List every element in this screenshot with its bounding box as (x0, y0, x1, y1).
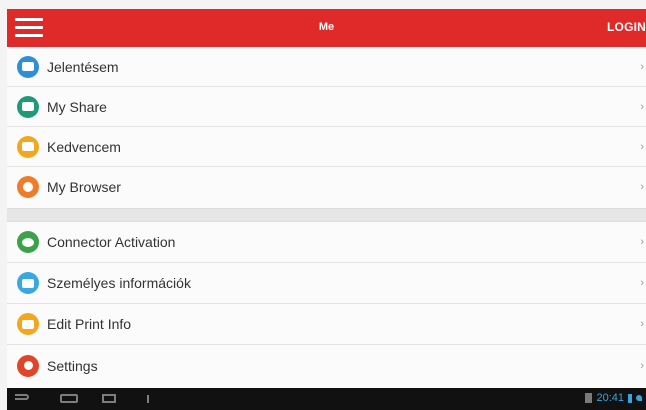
menu-item-kedvencem[interactable]: Kedvencem › (7, 127, 646, 167)
menu-item-jelentesem[interactable]: Jelentésem › (7, 47, 646, 87)
menu-item-label: Kedvencem (47, 138, 121, 155)
menu-group-primary: Jelentésem › My Share › Kedvencem › My B… (7, 47, 646, 208)
chevron-right-icon: › (640, 236, 644, 248)
recent-apps-icon[interactable] (102, 394, 116, 403)
section-divider (7, 208, 646, 222)
page-title: Me (318, 21, 335, 33)
menu-item-label: Edit Print Info (47, 316, 132, 332)
app-screen: Me LOGIN Jelentésem › My Share › Kedvenc… (0, 0, 646, 410)
menu-item-personal-info[interactable]: Személyes információk › (7, 263, 646, 304)
personal-info-icon (17, 272, 39, 294)
menu-item-connector-activation[interactable]: Connector Activation › (7, 222, 646, 263)
chevron-right-icon: › (640, 277, 644, 289)
wifi-icon (636, 395, 642, 401)
notification-icon (585, 393, 593, 403)
chevron-right-icon: › (640, 318, 644, 330)
clock: 20:41 (596, 392, 624, 404)
menu-item-label: Settings (47, 357, 98, 374)
chevron-right-icon: › (640, 359, 644, 372)
menu-item-label: Személyes információk (47, 275, 191, 291)
overflow-menu-icon[interactable] (147, 395, 149, 403)
status-area[interactable]: 20:41 (585, 392, 642, 404)
favorite-icon (17, 135, 39, 158)
menu-item-label: Connector Activation (47, 234, 176, 250)
menu-group-secondary: Connector Activation › Személyes informá… (7, 222, 646, 388)
menu-item-settings[interactable]: Settings › (7, 345, 646, 386)
battery-icon (628, 393, 632, 403)
system-navigation-bar: 20:41 (7, 388, 646, 410)
menu-item-my-share[interactable]: My Share › (7, 87, 646, 127)
browser-icon (17, 176, 39, 198)
home-icon[interactable] (60, 394, 78, 403)
app-bar: Me LOGIN (7, 9, 646, 47)
settings-icon (17, 354, 39, 377)
chevron-right-icon: › (640, 100, 644, 113)
menu-item-my-browser[interactable]: My Browser › (7, 167, 646, 207)
menu-item-edit-print-info[interactable]: Edit Print Info › (7, 304, 646, 345)
menu-item-label: Jelentésem (47, 58, 119, 75)
chevron-right-icon: › (640, 181, 644, 193)
report-icon (17, 55, 39, 78)
login-button[interactable]: LOGIN (607, 20, 646, 34)
chevron-right-icon: › (640, 60, 644, 73)
menu-item-label: My Browser (47, 179, 121, 195)
chevron-right-icon: › (640, 140, 644, 153)
print-icon (17, 313, 39, 335)
share-icon (17, 95, 39, 118)
menu-item-label: My Share (47, 98, 107, 115)
back-icon[interactable] (15, 394, 29, 400)
connector-icon (17, 231, 39, 253)
